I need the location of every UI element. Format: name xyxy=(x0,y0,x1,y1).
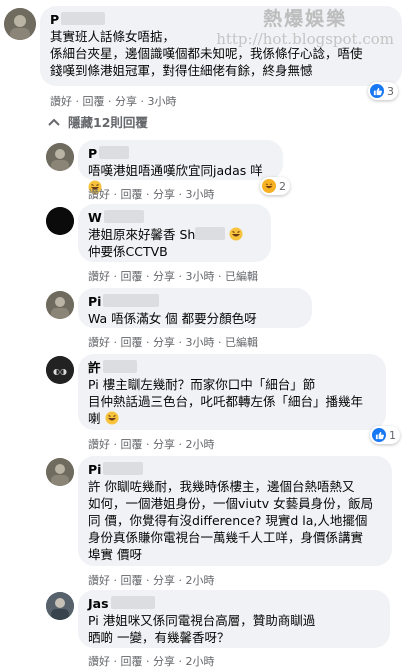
comment-actions: 讚好 · 回覆 · 分享 · 3小時 xyxy=(88,188,215,201)
comment-actions: 讚好 · 回覆 · 分享 · 2小時 xyxy=(88,574,215,587)
like-link[interactable]: 讚好 xyxy=(88,655,110,668)
like-link[interactable]: 讚好 xyxy=(50,95,72,108)
reply-link[interactable]: 回覆 xyxy=(121,438,143,451)
comment-author[interactable]: Pi xyxy=(88,462,382,478)
comment-time[interactable]: 2小時 xyxy=(186,655,215,668)
like-link[interactable]: 讚好 xyxy=(88,188,110,201)
comment-bubble: P 唔嘆港姐唔通嘆欣宜同jadas 咩 xyxy=(78,140,283,194)
reply-link[interactable]: 回覆 xyxy=(121,336,143,349)
comment-time[interactable]: 3小時 xyxy=(186,188,215,201)
avatar-photo-icon xyxy=(46,592,74,620)
like-link[interactable]: 讚好 xyxy=(88,270,110,283)
like-icon xyxy=(370,84,384,98)
comment-author[interactable]: Jas xyxy=(88,596,380,612)
comment-actions: 讚好 · 回覆 · 分享 · 2小時 xyxy=(88,655,215,668)
avatar[interactable]: ◐◑ xyxy=(46,356,74,384)
comment-bubble: P 其實班人話條女唔掂， 係細台夾星，邊個識嘆個都未知呢，我係條仔心諗，唔使 錢… xyxy=(40,6,402,86)
comment-time[interactable]: 3小時 xyxy=(186,336,215,349)
avatar[interactable] xyxy=(4,8,36,40)
comment-author[interactable]: P xyxy=(88,146,273,162)
comment-author[interactable]: 許 xyxy=(88,360,376,376)
share-link[interactable]: 分享 xyxy=(115,95,137,108)
comment-text: Pi 港姐咪又係同電視台高層，贊助商瞓過 晒啲 一變，有幾馨香呀？ xyxy=(88,613,316,645)
comment-actions: 讚好 · 回覆 · 分享 · 3小時 · 已編輯 xyxy=(88,336,258,349)
avatar[interactable] xyxy=(46,458,74,486)
reply-link[interactable]: 回覆 xyxy=(121,270,143,283)
comment-time[interactable]: 2小時 xyxy=(186,574,215,587)
avatar-photo-icon xyxy=(46,291,74,319)
share-link[interactable]: 分享 xyxy=(153,574,175,587)
laughing-emoji-icon xyxy=(229,227,243,241)
reaction-count[interactable]: 3 xyxy=(368,82,398,100)
svg-text:◐◑: ◐◑ xyxy=(53,367,67,376)
comment-bubble: Pi 許 你瞓咗幾耐，我幾時係樓主，邊個台熱唔熱又 如何，一個港姐身份，一個vi… xyxy=(78,456,392,566)
comment-author[interactable]: P xyxy=(50,12,392,28)
comment-time[interactable]: 2小時 xyxy=(186,438,215,451)
comment-time[interactable]: 3小時 xyxy=(186,270,215,283)
comment-actions: 讚好 · 回覆 · 分享 · 3小時 · 已編輯 xyxy=(88,270,258,283)
share-link[interactable]: 分享 xyxy=(153,188,175,201)
comment-text: 許 你瞓咗幾耐，我幾時係樓主，邊個台熱唔熱又 如何，一個港姐身份，一個viutv… xyxy=(88,479,374,562)
comment-text: 港姐原來好馨香 Sh 仲要係CCTVB xyxy=(88,226,261,260)
laughing-emoji-icon xyxy=(105,411,118,425)
like-link[interactable]: 讚好 xyxy=(88,336,110,349)
avatar[interactable] xyxy=(46,291,74,319)
hide-replies-toggle[interactable]: 隱藏12則回覆 xyxy=(48,112,148,131)
reply-link[interactable]: 回覆 xyxy=(121,574,143,587)
reaction-count[interactable]: 1 xyxy=(370,426,400,444)
comment-bubble: Jas Pi 港姐咪又係同電視台高層，贊助商瞓過 晒啲 一變，有幾馨香呀？ xyxy=(78,590,390,648)
like-link[interactable]: 讚好 xyxy=(88,574,110,587)
comment-time[interactable]: 3小時 xyxy=(148,95,177,108)
avatar[interactable] xyxy=(46,143,74,171)
avatar[interactable] xyxy=(46,592,74,620)
avatar[interactable] xyxy=(46,207,74,235)
chevron-up-icon xyxy=(48,118,60,126)
reply-link[interactable]: 回覆 xyxy=(121,188,143,201)
avatar-photo-icon xyxy=(46,207,74,235)
comment-text: Wa 唔係滿女 個 都要分顏色呀 xyxy=(88,311,257,326)
share-link[interactable]: 分享 xyxy=(153,438,175,451)
comment-actions: 讚好 · 回覆 · 分享 · 2小時 xyxy=(88,438,215,451)
comment-text: 其實班人話條女唔掂， 係細台夾星，邊個識嘆個都未知呢，我係條仔心諗，唔使 錢嘆到… xyxy=(50,29,363,78)
reply-link[interactable]: 回覆 xyxy=(121,655,143,668)
like-link[interactable]: 讚好 xyxy=(88,438,110,451)
edited-label[interactable]: 已編輯 xyxy=(225,270,258,283)
like-icon xyxy=(372,428,386,442)
comment-author[interactable]: Pi xyxy=(88,294,302,310)
reaction-count[interactable]: 2 xyxy=(260,177,290,195)
comment-author[interactable]: W xyxy=(88,210,261,226)
comment-bubble: 許 Pi 樓主瞓左幾耐？而家你口中「細台」節 目仲熱話過三色台，叱吒都轉左係「細… xyxy=(78,354,386,430)
comment-bubble: W 港姐原來好馨香 Sh 仲要係CCTVB xyxy=(78,204,271,262)
comment-bubble: Pi Wa 唔係滿女 個 都要分顏色呀 xyxy=(78,288,312,328)
share-link[interactable]: 分享 xyxy=(153,270,175,283)
avatar-photo-icon: ◐◑ xyxy=(46,356,74,384)
share-link[interactable]: 分享 xyxy=(153,655,175,668)
comment-actions: 讚好 · 回覆 · 分享 · 3小時 xyxy=(50,95,177,108)
comment-text: Pi 樓主瞓左幾耐？而家你口中「細台」節 目仲熱話過三色台，叱吒都轉左係「細台」… xyxy=(88,377,364,426)
edited-label[interactable]: 已編輯 xyxy=(225,336,258,349)
haha-icon xyxy=(262,179,276,193)
avatar-photo-icon xyxy=(46,143,74,171)
share-link[interactable]: 分享 xyxy=(153,336,175,349)
avatar-photo-icon xyxy=(4,8,36,40)
avatar-photo-icon xyxy=(46,458,74,486)
reply-link[interactable]: 回覆 xyxy=(83,95,105,108)
